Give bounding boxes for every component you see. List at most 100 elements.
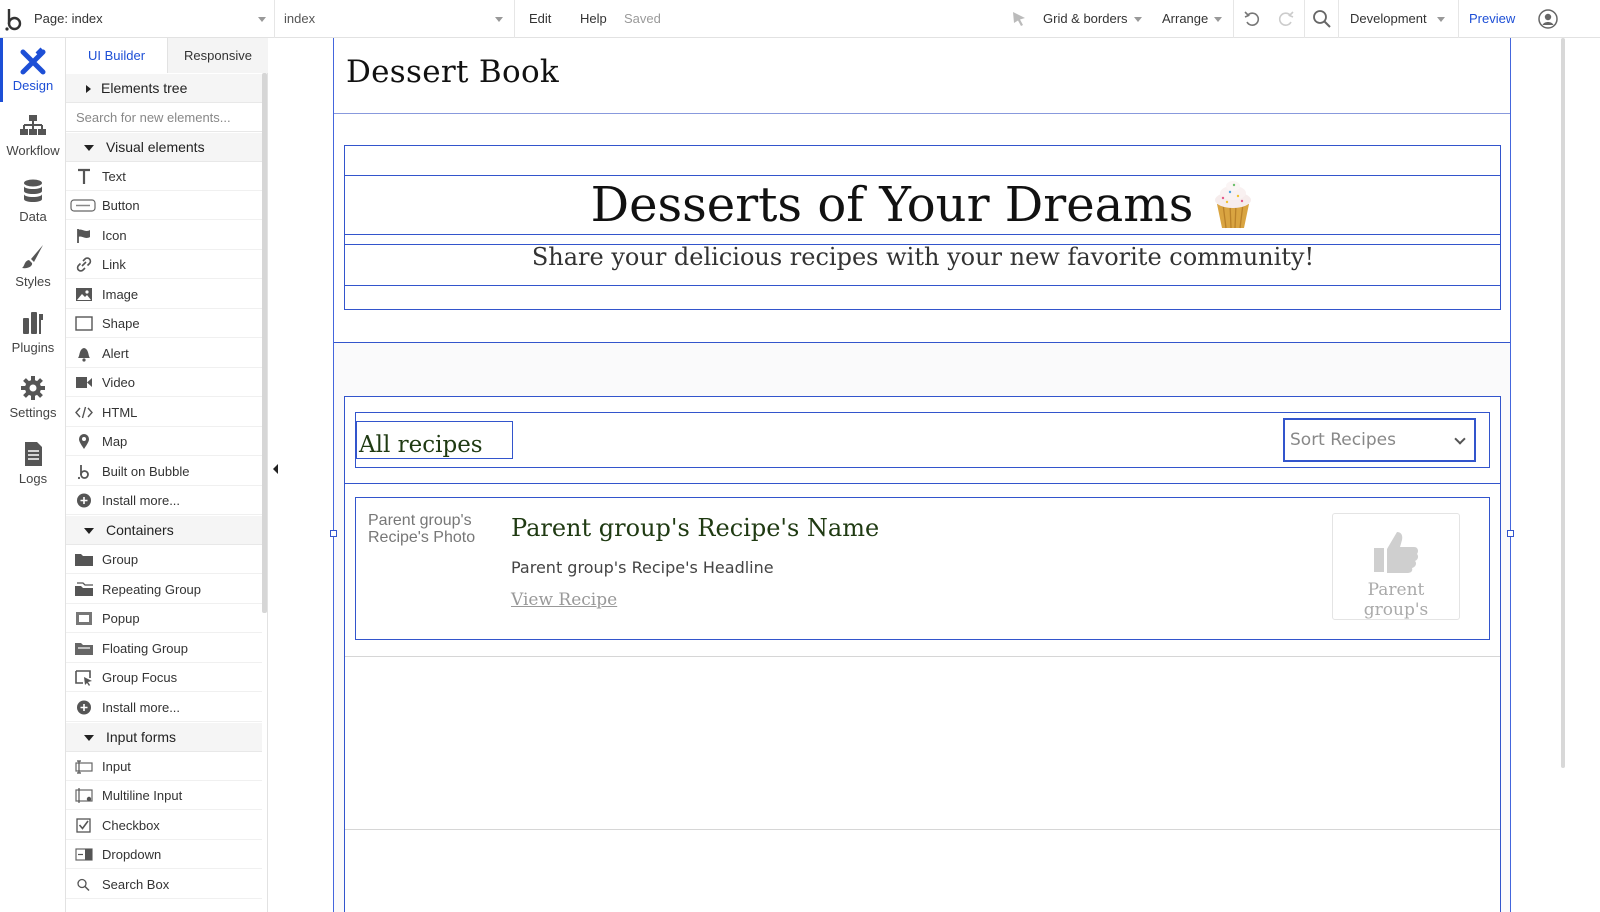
element-button-label: Button [102, 198, 140, 213]
element-repeating-group[interactable]: Repeating Group [66, 575, 262, 604]
tab-ui-builder[interactable]: UI Builder [66, 38, 167, 73]
hero-title[interactable]: Desserts of Your Dreams [345, 177, 1501, 234]
element-search-input[interactable]: Search for new elements... [66, 104, 262, 132]
hero-group[interactable]: Desserts of Your Dreams Share your delic… [344, 145, 1501, 310]
element-shape[interactable]: Shape [66, 309, 262, 338]
element-checkbox[interactable]: Checkbox [66, 811, 262, 840]
install-more-visual[interactable]: Install more... [66, 486, 262, 515]
site-title[interactable]: Dessert Book [346, 54, 559, 90]
visual-elements-section[interactable]: Visual elements [66, 133, 262, 162]
element-dropdown[interactable]: Dropdown [66, 840, 262, 869]
sort-recipes-placeholder: Sort Recipes [1290, 430, 1396, 450]
elements-tree-label: Elements tree [101, 80, 188, 96]
bubble-logo[interactable] [4, 5, 26, 33]
page-selector-label: Page: index [34, 11, 103, 26]
plus-circle-icon [77, 700, 91, 715]
element-video[interactable]: Video [66, 368, 262, 397]
canvas-scrollbar[interactable] [1561, 38, 1565, 768]
chevron-down-icon [84, 145, 94, 152]
chevron-down-icon [1436, 17, 1445, 23]
panel-collapse-icon[interactable] [273, 464, 278, 474]
nav-plugins[interactable]: Plugins [0, 300, 66, 364]
chevron-down-icon [84, 528, 94, 535]
element-map[interactable]: Map [66, 427, 262, 456]
panel-scrollbar[interactable] [262, 73, 267, 613]
element-icon-label: Icon [102, 228, 127, 243]
all-recipes-box[interactable]: All recipes [356, 421, 513, 459]
element-image[interactable]: Image [66, 280, 262, 309]
workflow-icon [20, 115, 46, 135]
nav-data[interactable]: Data [0, 169, 66, 233]
header-divider [334, 113, 1510, 114]
element-built-on-bubble[interactable]: Built on Bubble [66, 457, 262, 486]
element-icon[interactable]: Icon [66, 221, 262, 250]
sort-recipes-dropdown[interactable]: Sort Recipes [1283, 418, 1476, 462]
arrange-menu[interactable]: Arrange [1162, 0, 1223, 38]
nav-settings[interactable]: Settings [0, 365, 66, 429]
chevron-down-icon [84, 735, 94, 742]
element-search-box[interactable]: Search Box [66, 870, 262, 899]
nav-workflow[interactable]: Workflow [0, 103, 66, 167]
search-icon[interactable] [1312, 9, 1332, 29]
element-popup[interactable]: Popup [66, 604, 262, 633]
divider [1458, 0, 1459, 38]
pointer-icon[interactable] [1010, 9, 1030, 29]
element-floating-group[interactable]: Floating Group [66, 634, 262, 663]
element-multiline-input[interactable]: Multiline Input [66, 781, 262, 810]
nav-design-label: Design [12, 78, 54, 93]
element-button[interactable]: Button [66, 191, 262, 220]
containers-label: Containers [106, 522, 174, 538]
recipe-name[interactable]: Parent group's Recipe's Name [511, 514, 879, 542]
recipes-toolbar[interactable]: All recipes Sort Recipes [355, 412, 1490, 468]
grid-borders-menu[interactable]: Grid & borders [1043, 0, 1142, 38]
nav-logs[interactable]: Logs [0, 431, 66, 495]
element-html[interactable]: HTML [66, 398, 262, 427]
visual-elements-label: Visual elements [106, 139, 205, 155]
element-input[interactable]: Input [66, 752, 262, 781]
page-index[interactable]: Dessert Book Desserts of Your Dreams Sha… [333, 38, 1511, 912]
element-link-label: Link [102, 257, 126, 272]
multiline-input-icon [75, 788, 93, 803]
recipe-headline[interactable]: Parent group's Recipe's Headline [511, 558, 774, 577]
containers-section[interactable]: Containers [66, 516, 262, 545]
flag-icon [77, 229, 90, 243]
button-icon [70, 199, 96, 212]
hero-subtitle[interactable]: Share your delicious recipes with your n… [345, 243, 1501, 271]
chevron-down-icon [258, 17, 266, 22]
element-selector[interactable]: index [284, 0, 315, 38]
element-built-on-bubble-label: Built on Bubble [102, 464, 190, 479]
left-navigation: Design Workflow Data Styles Plugins Sett… [0, 38, 66, 912]
redo-icon[interactable] [1276, 9, 1296, 29]
element-alert[interactable]: Alert [66, 339, 262, 368]
dropdown-icon [75, 848, 93, 861]
help-menu[interactable]: Help [580, 0, 607, 38]
recipes-group[interactable]: All recipes Sort Recipes Parent group's … [344, 396, 1501, 912]
user-avatar-icon[interactable] [1538, 9, 1558, 29]
editor-canvas[interactable]: Dessert Book Desserts of Your Dreams Sha… [283, 38, 1600, 912]
element-text[interactable]: Text [66, 162, 262, 191]
elements-panel: UI Builder Responsive Elements tree Sear… [66, 38, 268, 912]
install-more-containers[interactable]: Install more... [66, 693, 262, 722]
element-map-label: Map [102, 434, 128, 449]
element-group[interactable]: Group [66, 545, 262, 574]
element-group-focus[interactable]: Group Focus [66, 663, 262, 692]
resize-handle-left[interactable] [330, 530, 337, 537]
element-link[interactable]: Link [66, 250, 262, 279]
resize-handle-right[interactable] [1507, 530, 1514, 537]
nav-design[interactable]: Design [0, 38, 66, 102]
page-selector[interactable]: Page: index [34, 0, 103, 38]
like-button[interactable]: Parent group's [1332, 513, 1460, 620]
divider [1233, 0, 1234, 38]
elements-tree-toggle[interactable]: Elements tree [66, 74, 262, 103]
recipe-photo[interactable]: Parent group's Recipe's Photo [368, 512, 498, 546]
recipe-card[interactable]: Parent group's Recipe's Photo Parent gro… [355, 497, 1490, 640]
view-recipe-link[interactable]: View Recipe [511, 590, 617, 610]
tab-responsive[interactable]: Responsive [167, 38, 268, 73]
undo-icon[interactable] [1242, 9, 1262, 29]
preview-button[interactable]: Preview [1469, 0, 1515, 38]
input-forms-section[interactable]: Input forms [66, 723, 262, 752]
edit-menu[interactable]: Edit [529, 0, 551, 38]
nav-styles[interactable]: Styles [0, 234, 66, 298]
version-selector[interactable]: Development [1350, 0, 1445, 38]
element-dropdown-label: Dropdown [102, 847, 162, 862]
